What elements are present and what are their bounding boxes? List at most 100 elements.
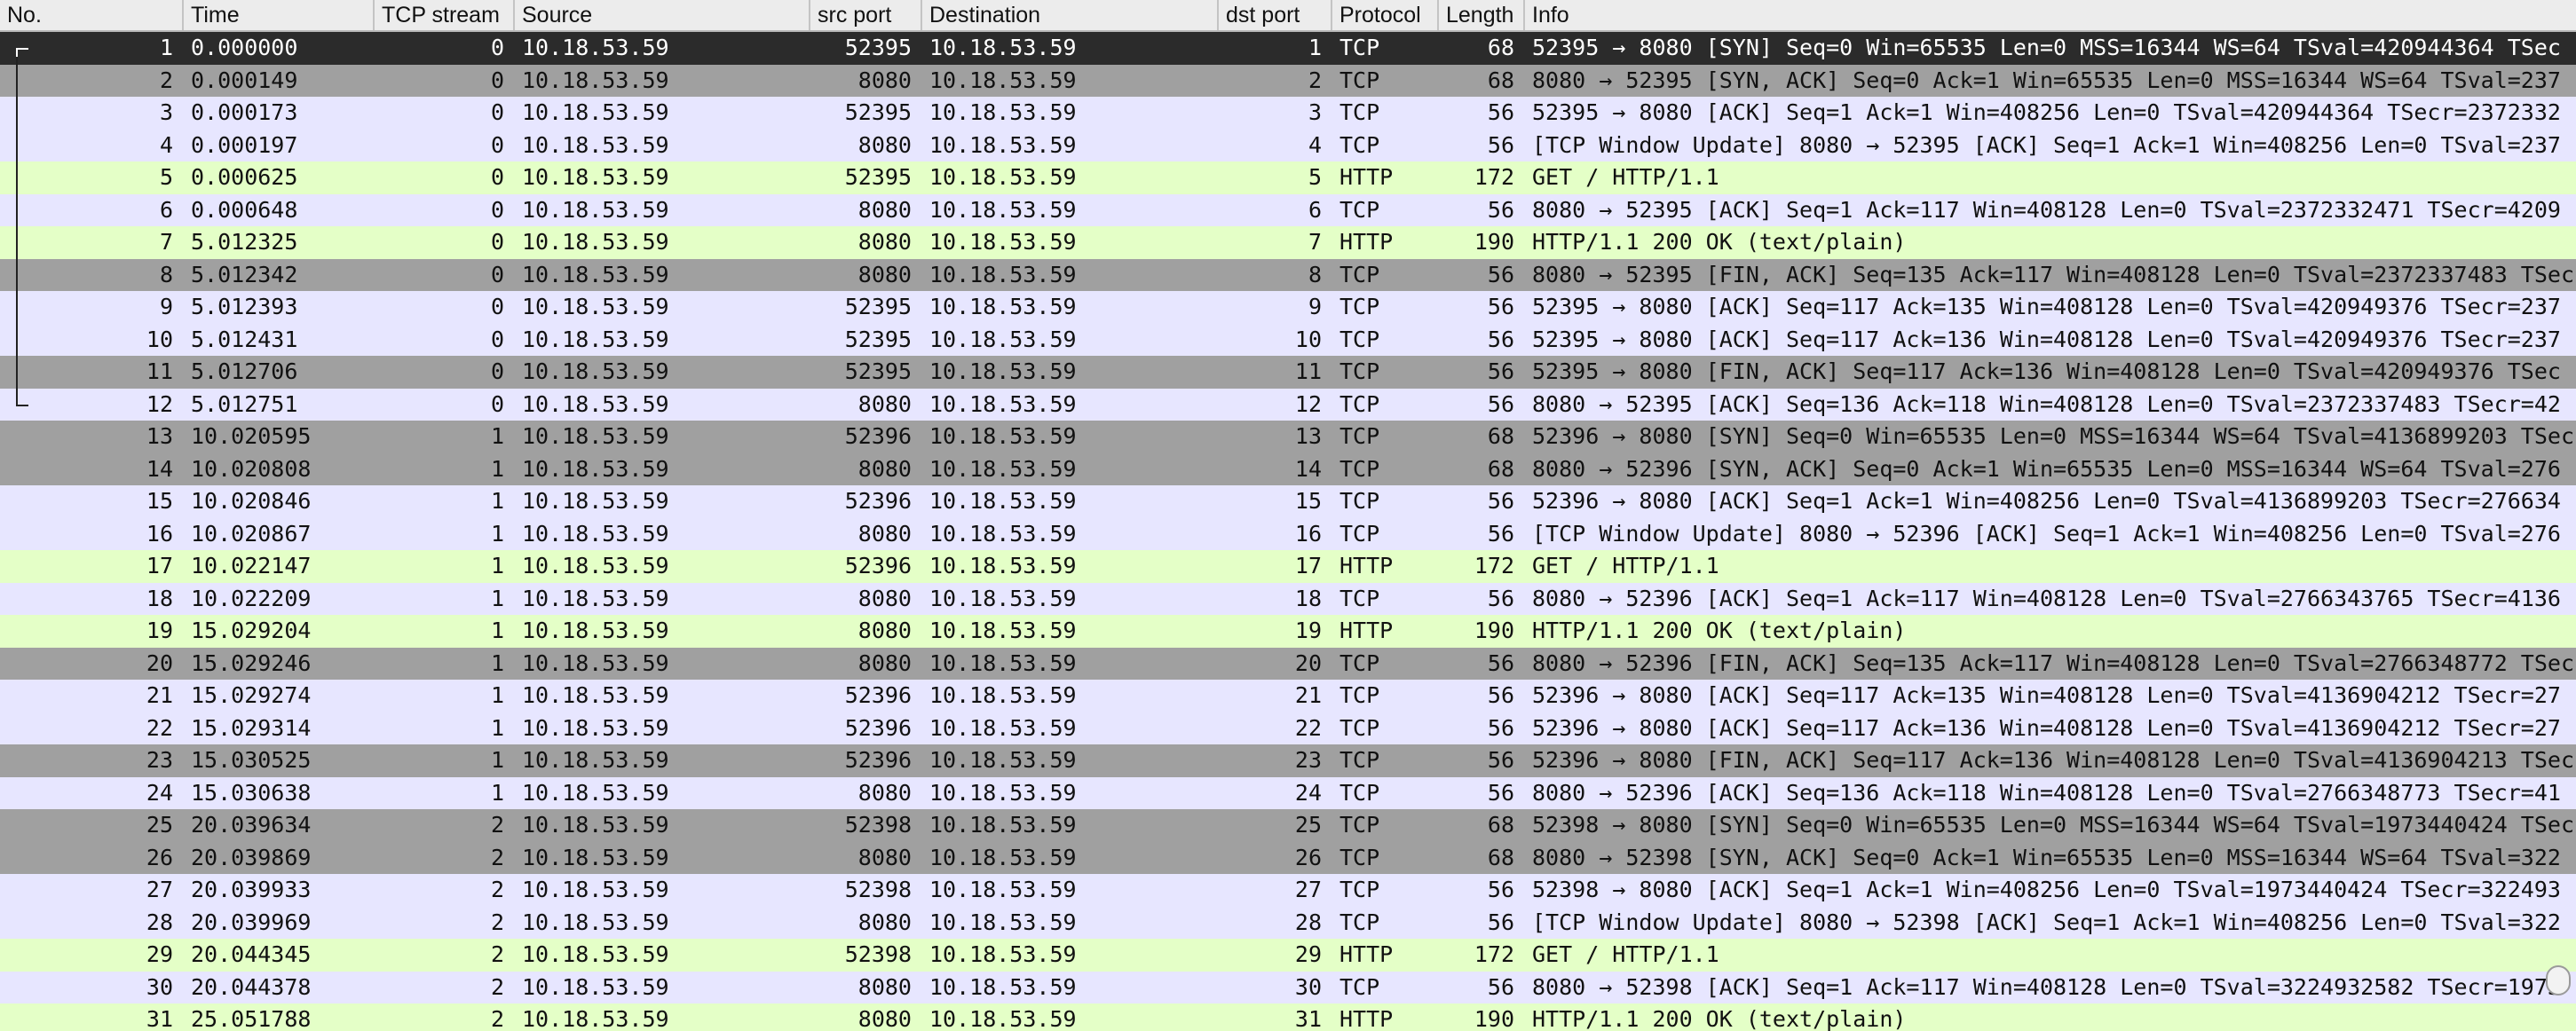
packet-row[interactable]: 18 10.022209 1 10.18.53.59 8080 10.18.53.59 18… [0,582,2576,615]
packet-list[interactable]: 1 0.000000 0 10.18.53.59 52395 10.18.53.59 1 TC… [0,32,2576,1031]
cell-dst-port: 19 [1294,618,1322,643]
cell-dst-port: 6 [1308,196,1322,223]
packet-row[interactable]: 28 20.039969 2 10.18.53.59 8080 10.18.53.59 28… [0,906,2576,939]
packet-row[interactable]: 23 15.030525 1 10.18.53.59 52396 10.18.53.59 2… [0,744,2576,777]
cell-source: 10.18.53.59 [522,326,669,352]
cell-protocol: TCP [1339,488,1380,514]
cell-src-port: 8080 [857,618,912,643]
cell-tcp-stream: 2 [490,973,504,1000]
cell-tcp-stream: 1 [490,714,504,741]
packet-row[interactable]: 19 15.029204 1 10.18.53.59 8080 10.18.53.59 19… [0,615,2576,648]
cell-protocol: HTTP [1339,941,1394,967]
cell-tcp-stream: 1 [490,747,504,773]
column-header-info[interactable]: Info [1523,0,2576,30]
cell-info: 8080 → 52395 [ACK] Seq=1 Ack=117 Win=408… [1532,196,2561,223]
cell-tcp-stream: 0 [490,131,504,158]
packet-row[interactable]: 13 10.020595 1 10.18.53.59 52396 10.18.53.59 1… [0,421,2576,453]
packet-row[interactable]: 29 20.044345 2 10.18.53.59 52398 10.18.53.59 2… [0,939,2576,972]
cell-protocol: HTTP [1339,553,1394,578]
cell-dst-port: 2 [1308,67,1322,93]
cell-no: 3 [159,99,173,125]
cell-no: 5 [159,164,173,190]
packet-row[interactable]: 25 20.039634 2 10.18.53.59 52398 10.18.53.59 2… [0,809,2576,842]
cell-tcp-stream: 0 [490,358,504,384]
cell-no: 7 [159,229,173,255]
packet-row[interactable]: 9 5.012393 0 10.18.53.59 52395 10.18.53.59 9 TC… [0,291,2576,324]
cell-time: 15.030525 [191,747,312,773]
packet-row[interactable]: 10 5.012431 0 10.18.53.59 52395 10.18.53.59 10… [0,323,2576,356]
packet-row[interactable]: 6 0.000648 0 10.18.53.59 8080 10.18.53.59 6 TCP… [0,193,2576,226]
cell-src-port: 52395 [844,164,912,190]
cell-source: 10.18.53.59 [522,229,669,255]
cell-no: 9 [159,294,173,319]
packet-row[interactable]: 11 5.012706 0 10.18.53.59 52395 10.18.53.59 11… [0,356,2576,389]
cell-src-port: 52396 [844,747,912,773]
column-header-protocol[interactable]: Protocol [1331,0,1437,30]
cell-destination: 10.18.53.59 [929,358,1077,384]
column-header-src-port[interactable]: src port [809,0,921,30]
packet-row[interactable]: 17 10.022147 1 10.18.53.59 52396 10.18.53.59 1… [0,550,2576,583]
cell-info: 8080 → 52395 [FIN, ACK] Seq=135 Ack=117 … [1532,261,2574,287]
cell-destination: 10.18.53.59 [929,131,1077,158]
vertical-scrollbar[interactable] [2540,958,2576,1003]
packet-row[interactable]: 5 0.000625 0 10.18.53.59 52395 10.18.53.59 5 HT… [0,161,2576,194]
packet-row[interactable]: 16 10.020867 1 10.18.53.59 8080 10.18.53.59 16… [0,517,2576,550]
cell-info: 52396 → 8080 [ACK] Seq=117 Ack=136 Win=4… [1532,714,2561,741]
cell-tcp-stream: 2 [490,844,504,870]
packet-row[interactable]: 31 25.051788 2 10.18.53.59 8080 10.18.53.59 31… [0,1003,2576,1031]
cell-src-port: 52396 [844,488,912,514]
cell-destination: 10.18.53.59 [929,714,1077,741]
cell-dst-port: 5 [1308,164,1322,190]
cell-src-port: 52398 [844,877,912,902]
packet-row[interactable]: 27 20.039933 2 10.18.53.59 52398 10.18.53.59 2… [0,874,2576,907]
cell-tcp-stream: 1 [490,649,504,676]
cell-protocol: HTTP [1339,164,1394,190]
packet-row[interactable]: 3 0.000173 0 10.18.53.59 52395 10.18.53.59 3 TC… [0,97,2576,130]
cell-tcp-stream: 1 [490,585,504,611]
cell-protocol: TCP [1339,390,1380,417]
column-header-tcp-stream[interactable]: TCP stream [373,0,513,30]
cell-dst-port: 10 [1294,326,1322,352]
packet-row[interactable]: 12 5.012751 0 10.18.53.59 8080 10.18.53.59 12 T… [0,388,2576,421]
cell-dst-port: 25 [1294,812,1322,838]
cell-length: 56 [1487,390,1514,417]
cell-src-port: 8080 [857,779,912,806]
packet-row[interactable]: 14 10.020808 1 10.18.53.59 8080 10.18.53.59 14… [0,453,2576,485]
packet-row[interactable]: 8 5.012342 0 10.18.53.59 8080 10.18.53.59 8 TCP… [0,258,2576,291]
cell-destination: 10.18.53.59 [929,390,1077,417]
packet-row[interactable]: 24 15.030638 1 10.18.53.59 8080 10.18.53.59 24… [0,776,2576,809]
cell-info: HTTP/1.1 200 OK (text/plain) [1532,618,1907,643]
column-header-no[interactable]: No. [0,0,182,30]
cell-no: 17 [146,553,173,578]
packet-row[interactable]: 22 15.029314 1 10.18.53.59 52396 10.18.53.59 2… [0,712,2576,744]
cell-info: 8080 → 52396 [FIN, ACK] Seq=135 Ack=117 … [1532,649,2574,676]
packet-row[interactable]: 21 15.029274 1 10.18.53.59 52396 10.18.53.59 2… [0,680,2576,712]
packet-row[interactable]: 20 15.029246 1 10.18.53.59 8080 10.18.53.59 20… [0,647,2576,680]
cell-src-port: 52396 [844,423,912,449]
packet-row[interactable]: 4 0.000197 0 10.18.53.59 8080 10.18.53.59 4 TCP… [0,129,2576,161]
cell-dst-port: 13 [1294,423,1322,449]
cell-destination: 10.18.53.59 [929,618,1077,643]
packet-row[interactable]: 7 5.012325 0 10.18.53.59 8080 10.18.53.59 7 HTT… [0,226,2576,259]
cell-src-port: 52395 [844,294,912,319]
column-header-source[interactable]: Source [513,0,809,30]
column-header-dst-port[interactable]: dst port [1217,0,1331,30]
cell-no: 21 [146,682,173,708]
cell-dst-port: 26 [1294,844,1322,870]
packet-row[interactable]: 15 10.020846 1 10.18.53.59 52396 10.18.53.59 1… [0,485,2576,518]
packet-row[interactable]: 1 0.000000 0 10.18.53.59 52395 10.18.53.59 1 TC… [0,32,2576,65]
packet-row[interactable]: 26 20.039869 2 10.18.53.59 8080 10.18.53.59 26… [0,841,2576,874]
cell-protocol: TCP [1339,747,1380,773]
column-header-time[interactable]: Time [182,0,373,30]
cell-length: 56 [1487,99,1514,125]
cell-time: 0.000625 [191,164,298,190]
cell-protocol: TCP [1339,67,1380,93]
packet-row[interactable]: 2 0.000149 0 10.18.53.59 8080 10.18.53.59 2 TCP… [0,64,2576,97]
scrollbar-thumb[interactable] [2546,965,2571,996]
cell-no: 24 [146,779,173,806]
column-header-length[interactable]: Length [1437,0,1523,30]
packet-row[interactable]: 30 20.044378 2 10.18.53.59 8080 10.18.53.59 30… [0,971,2576,1003]
cell-dst-port: 28 [1294,909,1322,935]
column-header-destination[interactable]: Destination [921,0,1217,30]
cell-protocol: TCP [1339,909,1380,935]
